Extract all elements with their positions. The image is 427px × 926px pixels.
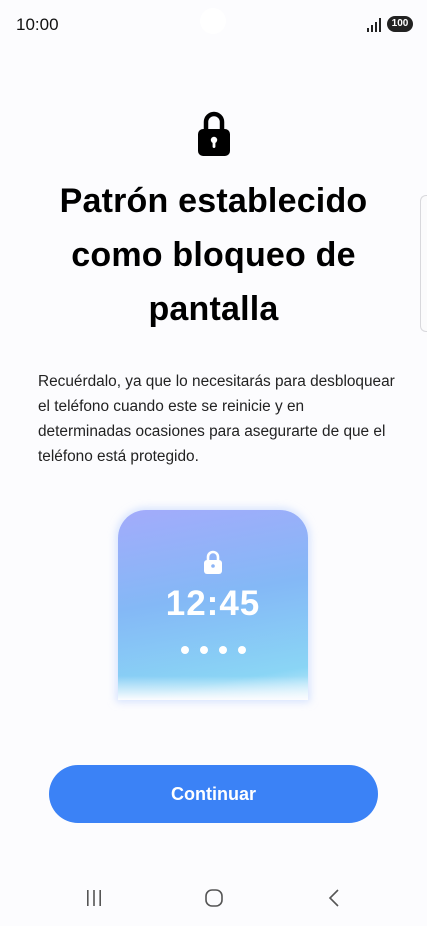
preview-lock-icon (204, 550, 222, 574)
status-time: 10:00 (16, 15, 59, 34)
recents-icon[interactable] (84, 888, 104, 908)
navigation-bar (0, 880, 427, 920)
lock-screen-preview: 12:45 (118, 510, 308, 700)
battery-indicator: 100 (387, 16, 413, 32)
pin-dot (180, 646, 189, 654)
camera-cutout (200, 8, 226, 34)
pin-dots (118, 646, 308, 654)
back-icon[interactable] (324, 888, 344, 908)
description-text: Recuérdalo, ya que lo necesitarás para d… (38, 373, 395, 465)
signal-icon (367, 18, 381, 32)
page-title: Patrón establecido como bloqueo de panta… (59, 182, 368, 328)
continue-button[interactable]: Continuar (49, 765, 378, 823)
status-bar: 10:00 100 (0, 0, 427, 52)
pin-dot (199, 646, 208, 654)
pin-dot (237, 646, 246, 654)
edge-panel-handle[interactable] (420, 195, 427, 332)
lock-icon (198, 111, 230, 156)
preview-clock: 12:45 (165, 584, 261, 623)
home-icon[interactable] (204, 888, 224, 908)
pin-dot (218, 646, 227, 654)
